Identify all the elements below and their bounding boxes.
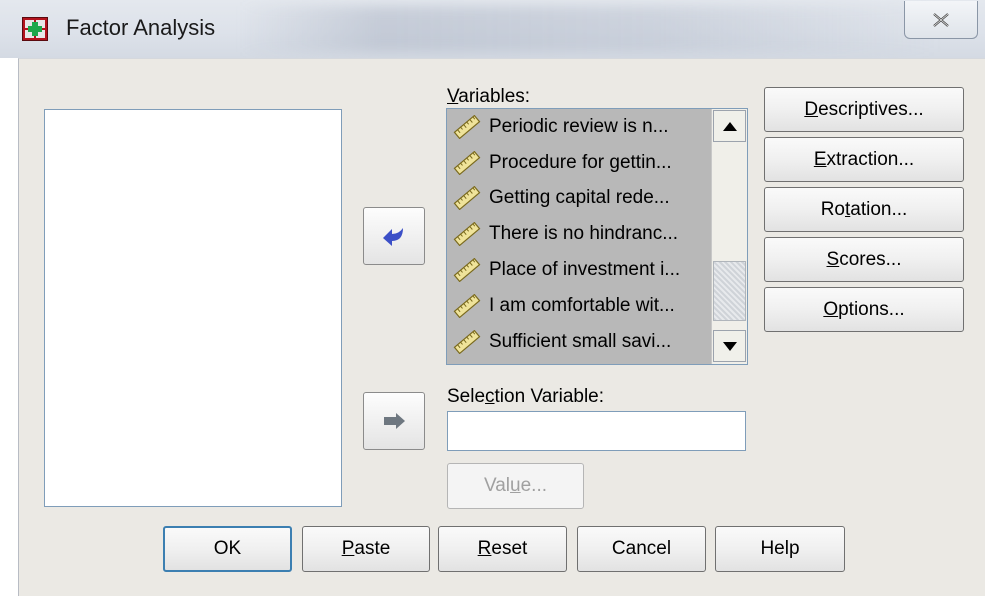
variable-list-item[interactable]: Getting capital rede... [447, 181, 711, 217]
arrow-right-icon [384, 413, 405, 429]
factor-analysis-app-icon [22, 17, 48, 41]
triangle-down-icon [722, 341, 737, 351]
reset-button[interactable]: Reset [438, 526, 567, 572]
scroll-down-button[interactable] [713, 330, 746, 362]
variable-list-item[interactable]: Sufficient small savi... [447, 324, 711, 360]
help-button[interactable]: Help [715, 526, 845, 572]
title-bar-background [240, 6, 940, 52]
close-button[interactable] [904, 1, 978, 39]
variable-label: Periodic review is n... [489, 115, 669, 137]
extraction-button[interactable]: Extraction... [764, 137, 964, 182]
arrow-left-icon [383, 228, 403, 246]
variables-list-items: Periodic review is n... Procedure for get… [447, 109, 711, 364]
scale-variable-icon [453, 329, 481, 354]
variable-label: Procedure for gettin... [489, 151, 672, 173]
title-bar: Factor Analysis [0, 0, 985, 58]
variable-label: Sufficient small savi... [489, 330, 672, 352]
variable-label: I am comfortable wit... [489, 294, 675, 316]
window-title: Factor Analysis [66, 15, 216, 40]
move-selection-variable-button[interactable] [363, 392, 425, 450]
variables-scrollbar[interactable] [711, 109, 747, 364]
variable-list-item[interactable]: Place of investment i... [447, 252, 711, 288]
scale-variable-icon [453, 114, 481, 140]
variable-list-item[interactable]: Periodic review is n... [447, 109, 711, 145]
scroll-thumb[interactable] [713, 261, 746, 321]
variable-label: Place of investment i... [489, 259, 681, 281]
scroll-up-button[interactable] [713, 110, 746, 142]
variable-list-item[interactable]: Procedure for gettin... [447, 145, 711, 181]
value-button[interactable]: Val u e... [447, 463, 584, 509]
variable-label: There is no hindranc... [489, 223, 679, 245]
variable-list-item[interactable]: I am comfortable wit... [447, 288, 711, 324]
variable-label: Getting capital rede... [489, 187, 670, 209]
variable-list-item[interactable]: There is no hindranc... [447, 216, 711, 252]
variables-list[interactable]: Periodic review is n... Procedure for get… [446, 108, 748, 365]
scale-variable-icon [453, 257, 481, 283]
scale-variable-icon [453, 150, 481, 175]
variables-label: Variables: [447, 86, 531, 107]
cancel-button[interactable]: Cancel [577, 526, 706, 572]
rotation-button[interactable]: Ro t ation... [764, 187, 964, 232]
options-button[interactable]: Options... [764, 287, 964, 332]
selection-variable-label: Selection Variable: [447, 386, 605, 407]
selection-variable-field[interactable] [447, 411, 746, 451]
scale-variable-icon [453, 293, 481, 319]
paste-button[interactable]: Paste [302, 526, 430, 572]
source-variable-list[interactable] [44, 109, 342, 507]
ok-button[interactable]: OK [163, 526, 292, 572]
scores-button[interactable]: Scores... [764, 237, 964, 282]
close-icon [933, 12, 949, 27]
descriptives-button[interactable]: Descriptives... [764, 87, 964, 132]
triangle-up-icon [722, 121, 737, 131]
move-variable-back-button[interactable] [363, 207, 425, 265]
scale-variable-icon [453, 186, 481, 211]
scale-variable-icon [453, 222, 481, 247]
